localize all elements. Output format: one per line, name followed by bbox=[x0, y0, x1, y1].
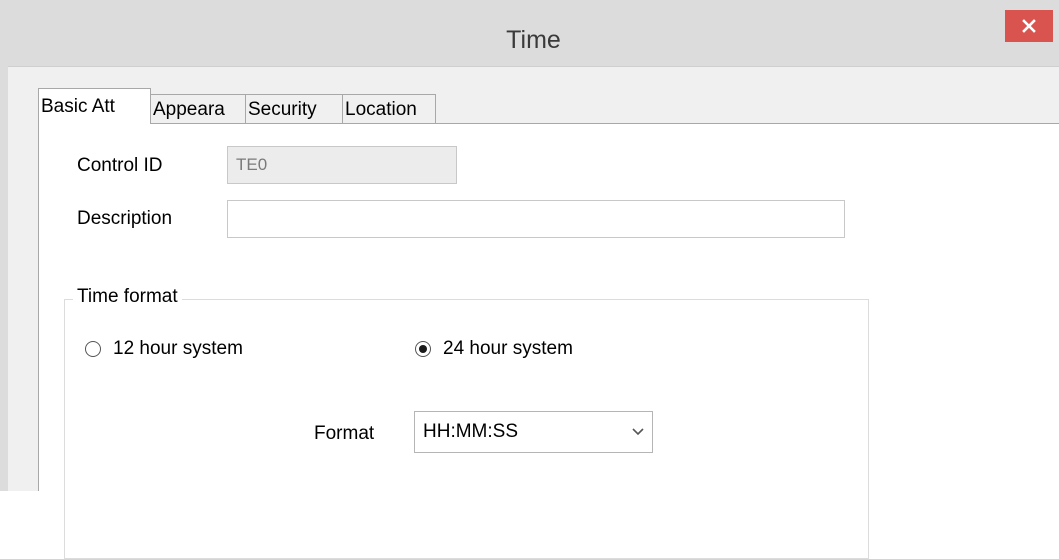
radio-12-hour-label: 12 hour system bbox=[113, 338, 243, 359]
format-label: Format bbox=[314, 423, 375, 444]
tab-label: Location bbox=[345, 98, 417, 120]
radio-unchecked-icon[interactable] bbox=[85, 341, 101, 357]
format-select-value: HH:MM:SS bbox=[423, 421, 518, 442]
tab-label: Security bbox=[248, 98, 317, 120]
time-format-legend: Time format bbox=[73, 286, 182, 308]
radio-12-hour[interactable]: 12 hour system bbox=[85, 338, 243, 360]
tab-label: Appeara bbox=[153, 98, 225, 120]
description-label: Description bbox=[77, 208, 173, 229]
title-bar[interactable]: Time bbox=[8, 0, 1059, 67]
radio-24-hour[interactable]: 24 hour system bbox=[415, 338, 573, 360]
chevron-down-icon bbox=[632, 428, 644, 436]
tab-bar: Basic Att Appeara Security Location bbox=[38, 88, 436, 124]
control-id-label: Control ID bbox=[77, 155, 163, 176]
window-title: Time bbox=[506, 26, 561, 54]
tab-label: Basic Att bbox=[41, 95, 115, 117]
tab-appearance[interactable]: Appeara bbox=[150, 94, 246, 124]
close-icon bbox=[1022, 19, 1036, 33]
format-select[interactable]: HH:MM:SS bbox=[414, 411, 653, 453]
tab-security[interactable]: Security bbox=[245, 94, 343, 124]
radio-checked-icon[interactable] bbox=[415, 341, 431, 357]
control-id-field: TE0 bbox=[227, 146, 457, 184]
tab-panel-basic: Control ID TE0 Description Time format 1… bbox=[38, 123, 1059, 559]
radio-24-hour-label: 24 hour system bbox=[443, 338, 573, 359]
time-dialog: Time Basic Att Appeara Security Location… bbox=[0, 0, 1059, 559]
tab-basic-attributes[interactable]: Basic Att bbox=[38, 88, 151, 124]
time-format-group: Time format 12 hour system 24 hour syste… bbox=[64, 286, 869, 559]
close-button[interactable] bbox=[1005, 10, 1053, 42]
tab-location[interactable]: Location bbox=[342, 94, 436, 124]
description-input[interactable] bbox=[227, 200, 845, 238]
